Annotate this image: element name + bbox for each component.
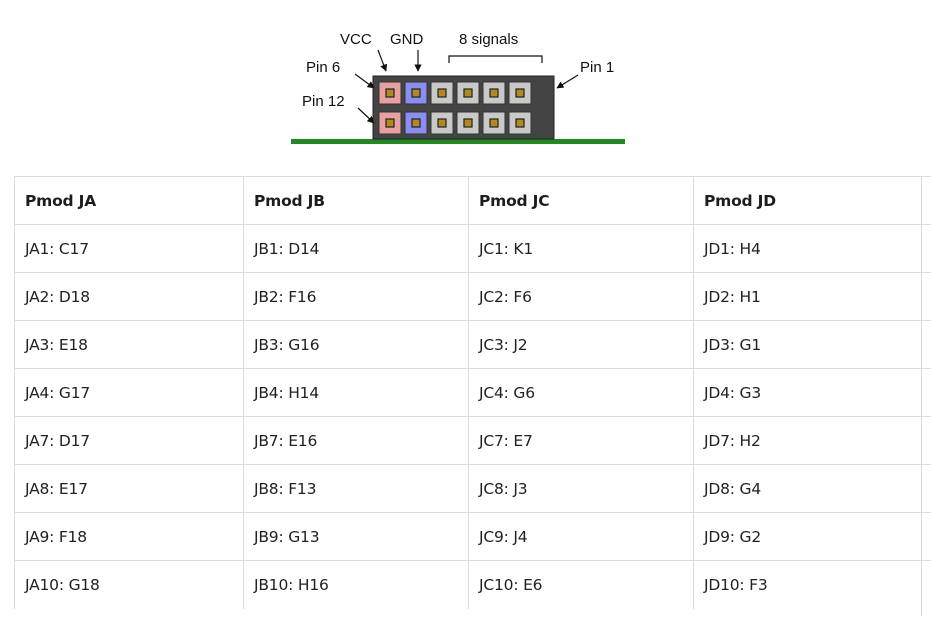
pcb-board — [291, 139, 625, 144]
pin6-label: Pin 6 — [306, 59, 340, 76]
table-row: JA8: E17 JB8: F13 JC8: J3 JD8: G4 — [14, 464, 931, 513]
vcc-label: VCC — [340, 31, 372, 48]
gnd-label: GND — [390, 31, 424, 48]
table-cell: JA10: G18 — [14, 560, 244, 609]
pin1-arrow — [556, 74, 579, 89]
table-cell: JD10: F3 — [693, 560, 931, 609]
pmod-pin-table: Pmod JA Pmod JB Pmod JC Pmod JD JA1: C17… — [14, 176, 931, 609]
table-cell: JA2: D18 — [14, 272, 244, 321]
pin12-label: Pin 12 — [302, 93, 345, 110]
pin-pad — [411, 118, 421, 128]
table-cell: JA1: C17 — [14, 224, 244, 273]
table-header-row: Pmod JA Pmod JB Pmod JC Pmod JD — [14, 176, 931, 225]
pin-pad — [463, 118, 473, 128]
table-cell: JC2: F6 — [468, 272, 694, 321]
table-cell: JB3: G16 — [243, 320, 469, 369]
table-cell: JA7: D17 — [14, 416, 244, 465]
table-cell: JD9: G2 — [693, 512, 931, 561]
pin-pad — [489, 118, 499, 128]
pin-pad — [489, 88, 499, 98]
header-pmod-ja: Pmod JA — [14, 176, 244, 225]
table-row: JA10: G18 JB10: H16 JC10: E6 JD10: F3 — [14, 560, 931, 609]
table-cell: JC10: E6 — [468, 560, 694, 609]
table-cell: JA4: G17 — [14, 368, 244, 417]
table-cell: JB9: G13 — [243, 512, 469, 561]
signals-bracket — [448, 55, 543, 63]
pin1-label: Pin 1 — [580, 59, 614, 76]
pin6-arrow — [354, 73, 375, 89]
pin-pad — [463, 88, 473, 98]
pin-pad — [515, 88, 525, 98]
table-cell: JD7: H2 — [693, 416, 931, 465]
table-cell: JA9: F18 — [14, 512, 244, 561]
table-cell: JB2: F16 — [243, 272, 469, 321]
table-cell: JB8: F13 — [243, 464, 469, 513]
table-right-border — [921, 176, 922, 616]
table-cell: JC3: J2 — [468, 320, 694, 369]
table-row: JA4: G17 JB4: H14 JC4: G6 JD4: G3 — [14, 368, 931, 417]
table-cell: JD8: G4 — [693, 464, 931, 513]
table-cell: JA3: E18 — [14, 320, 244, 369]
table-cell: JB1: D14 — [243, 224, 469, 273]
pin-pad — [411, 88, 421, 98]
pmod-connector-diagram: VCC GND 8 signals Pin 6 Pin 12 Pin 1 — [291, 31, 625, 144]
table-cell: JB4: H14 — [243, 368, 469, 417]
table-cell: JD3: G1 — [693, 320, 931, 369]
table-cell: JB7: E16 — [243, 416, 469, 465]
header-pmod-jd: Pmod JD — [693, 176, 931, 225]
signals-label: 8 signals — [459, 31, 518, 48]
table-row: JA7: D17 JB7: E16 JC7: E7 JD7: H2 — [14, 416, 931, 465]
table-cell: JC4: G6 — [468, 368, 694, 417]
table-row: JA3: E18 JB3: G16 JC3: J2 JD3: G1 — [14, 320, 931, 369]
pin-pad — [515, 118, 525, 128]
table-row: JA9: F18 JB9: G13 JC9: J4 JD9: G2 — [14, 512, 931, 561]
pin-pad — [385, 88, 395, 98]
table-row: JA1: C17 JB1: D14 JC1: K1 JD1: H4 — [14, 224, 931, 273]
header-pmod-jc: Pmod JC — [468, 176, 694, 225]
table-cell: JD1: H4 — [693, 224, 931, 273]
table-row: JA2: D18 JB2: F16 JC2: F6 JD2: H1 — [14, 272, 931, 321]
vcc-arrow — [377, 49, 388, 72]
table-cell: JC1: K1 — [468, 224, 694, 273]
pin-pad — [385, 118, 395, 128]
table-cell: JA8: E17 — [14, 464, 244, 513]
pin-pad — [437, 118, 447, 128]
table-cell: JC9: J4 — [468, 512, 694, 561]
table-cell: JB10: H16 — [243, 560, 469, 609]
header-pmod-jb: Pmod JB — [243, 176, 469, 225]
table-cell: JD2: H1 — [693, 272, 931, 321]
table-cell: JC7: E7 — [468, 416, 694, 465]
pin12-arrow — [357, 107, 375, 124]
pin-pad — [437, 88, 447, 98]
table-cell: JC8: J3 — [468, 464, 694, 513]
table-cell: JD4: G3 — [693, 368, 931, 417]
